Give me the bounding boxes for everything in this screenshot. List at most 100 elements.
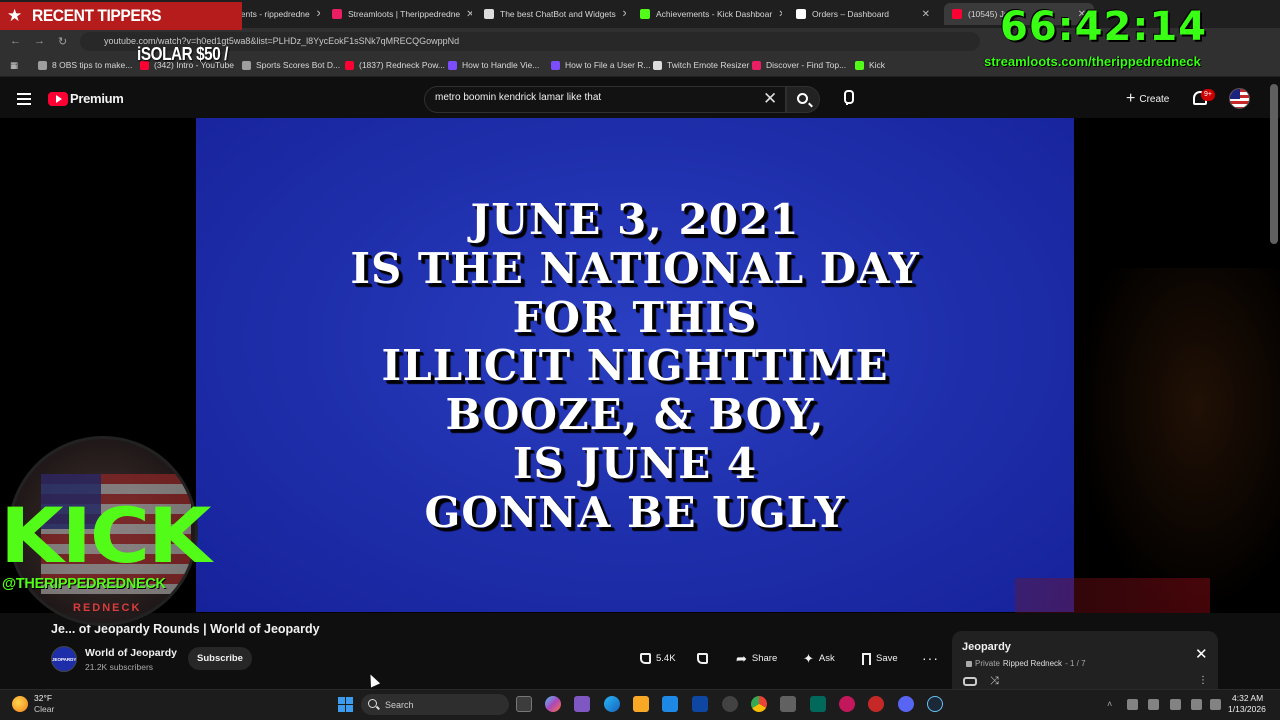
bookmark-item[interactable]: (1837) Redneck Pow... bbox=[345, 60, 445, 70]
more-options-icon[interactable]: ··· bbox=[922, 650, 939, 666]
youtube-logo-icon[interactable] bbox=[48, 92, 68, 106]
account-avatar[interactable] bbox=[1229, 88, 1250, 109]
like-button[interactable]: 5.4K bbox=[640, 647, 676, 670]
create-label: Create bbox=[1139, 93, 1170, 105]
search-button[interactable] bbox=[786, 86, 820, 113]
microphone-icon[interactable] bbox=[842, 90, 854, 105]
bookmark-label: Kick bbox=[869, 60, 886, 70]
close-icon[interactable]: ✕ bbox=[1195, 645, 1208, 663]
subathon-timer: 66:42:14 bbox=[1000, 4, 1207, 50]
tray-app-icon[interactable] bbox=[1148, 699, 1159, 710]
close-icon[interactable]: ✕ bbox=[316, 9, 320, 20]
lock-icon bbox=[966, 660, 972, 667]
taskbar-search-placeholder: Search bbox=[385, 699, 414, 710]
subscribe-button[interactable]: Subscribe bbox=[188, 647, 252, 670]
playlist-meta: Private Ripped Redneck - 1 / 7 bbox=[966, 659, 1086, 668]
channel-avatar[interactable]: JEOPARDY bbox=[51, 646, 77, 672]
clock-date[interactable]: 1/13/2026 bbox=[1228, 704, 1266, 714]
reload-icon[interactable]: ↻ bbox=[58, 35, 67, 48]
tray-app-icon[interactable] bbox=[1127, 699, 1138, 710]
loop-icon[interactable] bbox=[963, 677, 977, 686]
tab-streamloots[interactable]: Streamloots | Therippedredne ✕ bbox=[324, 3, 472, 25]
game-app-icon[interactable] bbox=[868, 696, 884, 712]
page-scrollbar[interactable] bbox=[1270, 84, 1278, 244]
more-vertical-icon[interactable]: ⋮ bbox=[1198, 675, 1208, 686]
search-input[interactable] bbox=[435, 92, 755, 103]
network-icon[interactable] bbox=[1191, 699, 1202, 710]
bookmark-item[interactable]: Twitch Emote Resizer bbox=[653, 60, 749, 70]
bookmark-favicon bbox=[38, 60, 47, 70]
close-icon[interactable]: ✕ bbox=[466, 9, 472, 20]
edge-icon[interactable] bbox=[604, 696, 620, 712]
bookmark-favicon bbox=[242, 60, 251, 70]
back-icon[interactable]: ← bbox=[10, 35, 21, 47]
share-button[interactable]: ➦ Share bbox=[736, 647, 778, 670]
terminal-icon[interactable] bbox=[810, 696, 826, 712]
task-view-icon[interactable] bbox=[516, 696, 532, 712]
bookmark-item[interactable]: How to Handle Vie... bbox=[448, 60, 539, 70]
bookmark-item[interactable]: Discover - Find Top... bbox=[752, 60, 846, 70]
clue-line: GONNA BE UGLY bbox=[424, 487, 846, 537]
bookmark-label: Sports Scores Bot D... bbox=[256, 60, 341, 70]
bookmark-item[interactable]: How to File a User R... bbox=[551, 60, 651, 70]
tab-label: Streamloots | Therippedredne bbox=[348, 9, 461, 19]
discord-icon[interactable] bbox=[898, 696, 914, 712]
bookmark-icon bbox=[862, 652, 871, 665]
background-glow bbox=[1074, 268, 1280, 613]
shuffle-icon[interactable]: ⤨ bbox=[990, 675, 999, 688]
close-icon[interactable]: ✕ bbox=[622, 9, 626, 20]
bookmark-label: (1837) Redneck Pow... bbox=[359, 60, 445, 70]
ask-button[interactable]: ✦ Ask bbox=[803, 647, 835, 670]
bookmark-label: Twitch Emote Resizer bbox=[667, 60, 750, 70]
weather-moon-icon[interactable] bbox=[12, 696, 28, 712]
store-icon[interactable] bbox=[662, 696, 678, 712]
thumbs-down-icon bbox=[697, 653, 708, 664]
weather-temperature[interactable]: 32°F bbox=[34, 693, 52, 703]
clue-line: FOR THIS bbox=[512, 292, 758, 342]
share-label: Share bbox=[751, 653, 778, 664]
tab-kick-dashboard[interactable]: Achievements - Kick Dashboar ✕ bbox=[632, 3, 782, 25]
steam-icon[interactable] bbox=[927, 696, 943, 712]
chrome-icon[interactable] bbox=[751, 696, 767, 712]
clock-time[interactable]: 4:32 AM bbox=[1232, 693, 1263, 703]
obs-icon[interactable] bbox=[722, 696, 738, 712]
volume-icon[interactable] bbox=[1170, 699, 1181, 710]
thumbs-up-icon bbox=[640, 653, 651, 664]
apps-icon[interactable]: ▦ bbox=[10, 60, 18, 71]
weather-condition[interactable]: Clear bbox=[34, 704, 54, 714]
create-button[interactable]: + Create bbox=[1122, 88, 1178, 110]
channel-name[interactable]: World of Jeopardy bbox=[85, 647, 177, 659]
close-icon[interactable]: ✕ bbox=[778, 9, 782, 20]
close-icon[interactable]: ✕ bbox=[922, 9, 930, 20]
copilot-icon[interactable] bbox=[545, 696, 561, 712]
bookmark-item[interactable]: 8 OBS tips to make... bbox=[38, 60, 132, 70]
teams-icon[interactable] bbox=[574, 696, 590, 712]
recent-tippers-title: RECENT TIPPERS bbox=[32, 6, 162, 25]
taskbar-search[interactable]: Search bbox=[361, 694, 509, 715]
playlist-owner[interactable]: Ripped Redneck bbox=[1003, 659, 1062, 668]
forward-icon[interactable]: → bbox=[34, 35, 45, 47]
tab-chatbot[interactable]: The best ChatBot and Widgets ✕ bbox=[476, 3, 626, 25]
bookmark-favicon bbox=[345, 60, 354, 70]
app-icon[interactable] bbox=[780, 696, 796, 712]
bookmark-item[interactable]: Kick bbox=[855, 60, 885, 70]
audio-app-icon[interactable] bbox=[839, 696, 855, 712]
bookmark-item[interactable]: Sports Scores Bot D... bbox=[242, 60, 340, 70]
hamburger-menu-icon[interactable] bbox=[17, 93, 31, 105]
dislike-button[interactable] bbox=[697, 647, 708, 670]
speaker-icon[interactable] bbox=[1210, 699, 1221, 710]
channel-subscriber-count: 21.2K subscribers bbox=[85, 662, 154, 672]
tray-chevron-icon[interactable]: ˄ bbox=[1107, 699, 1118, 710]
youtube-premium-label[interactable]: Premium bbox=[70, 91, 124, 106]
search-icon bbox=[797, 93, 808, 104]
windows-start-icon[interactable] bbox=[338, 697, 353, 712]
outlook-icon[interactable] bbox=[692, 696, 708, 712]
orders-icon bbox=[796, 9, 806, 19]
bookmark-label: How to File a User R... bbox=[565, 60, 651, 70]
clue-line: BOOZE, & BOY, bbox=[445, 390, 825, 440]
save-button[interactable]: Save bbox=[862, 647, 898, 670]
playlist-title[interactable]: Jeopardy bbox=[962, 641, 1011, 653]
clear-search-icon[interactable]: ✕ bbox=[763, 90, 777, 107]
tab-orders[interactable]: Orders – Dashboard ✕ bbox=[788, 3, 938, 25]
file-explorer-icon[interactable] bbox=[633, 696, 649, 712]
